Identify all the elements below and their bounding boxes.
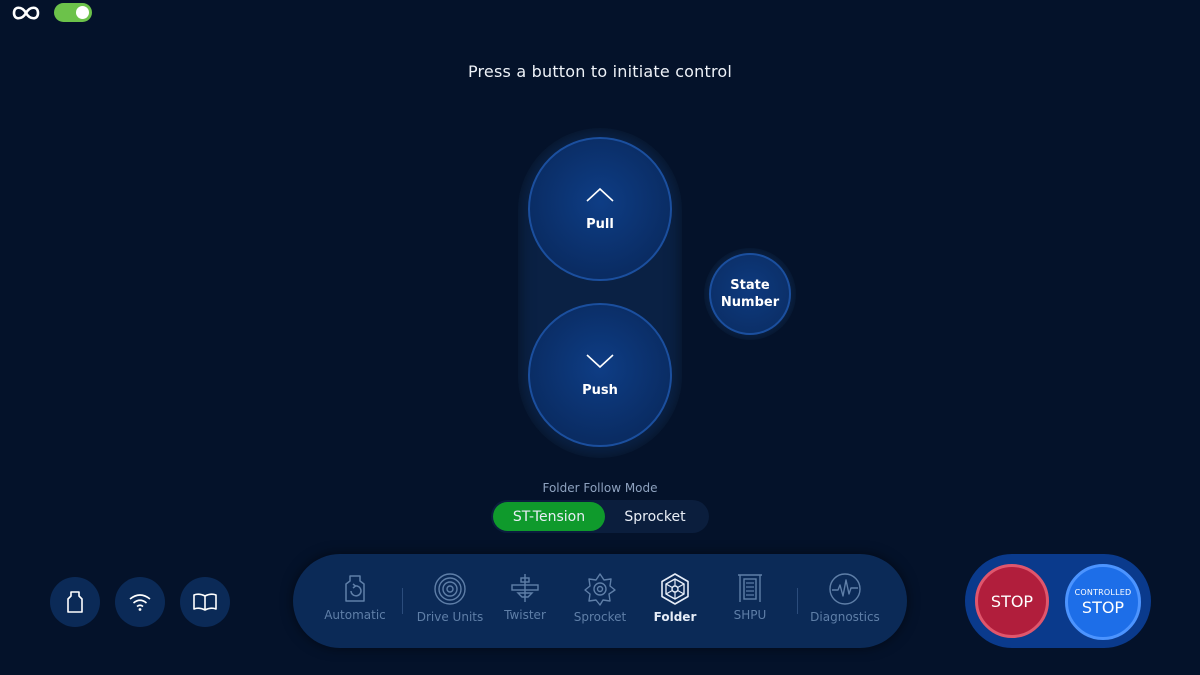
follow-mode-label: Folder Follow Mode	[542, 481, 658, 495]
wifi-icon	[129, 594, 151, 611]
nav-label-twister: Twister	[504, 608, 546, 622]
mode-option-sprocket[interactable]: Sprocket	[605, 502, 705, 531]
chevron-down-icon	[586, 353, 614, 368]
nav-label-shpu: SHPU	[733, 608, 767, 622]
diagnostics-icon	[829, 573, 861, 605]
shpu-icon	[738, 574, 762, 602]
follow-mode-selector: ST-Tension Sprocket	[491, 500, 709, 533]
nav-label-folder: Folder	[653, 610, 697, 624]
twister-icon	[511, 574, 539, 602]
navigation-dock: Automatic Drive Units Twister Sprocket F…	[293, 554, 907, 648]
bottle-icon	[67, 591, 83, 613]
nav-label-sprocket: Sprocket	[573, 610, 627, 624]
control-prompt: Press a button to initiate control	[467, 62, 733, 81]
push-button[interactable]: Push	[528, 303, 672, 447]
controlled-stop-caption: CONTROLLED	[1074, 587, 1132, 597]
automatic-icon	[345, 575, 365, 602]
nav-item-drive-units[interactable]: Drive Units	[410, 572, 490, 624]
nav-separator	[402, 588, 403, 614]
toggle-knob	[76, 6, 89, 19]
chevron-up-icon	[586, 187, 614, 202]
mode-toggle[interactable]	[54, 3, 92, 22]
infinity-icon	[12, 6, 40, 20]
pull-label: Pull	[586, 216, 614, 232]
nav-item-folder[interactable]: Folder	[635, 572, 715, 624]
sprocket-icon	[584, 573, 616, 606]
nav-item-diagnostics[interactable]: Diagnostics	[805, 572, 885, 624]
wifi-button[interactable]	[115, 577, 165, 627]
nav-item-shpu[interactable]: SHPU	[710, 572, 790, 622]
nav-label-drive-units: Drive Units	[416, 610, 484, 624]
push-label: Push	[582, 382, 618, 398]
controlled-stop-label: STOP	[1081, 597, 1125, 617]
nav-item-sprocket[interactable]: Sprocket	[560, 572, 640, 624]
nav-separator	[797, 588, 798, 614]
state-number-button[interactable]: State Number	[709, 253, 791, 335]
state-label-line1: State	[730, 278, 770, 293]
nav-label-automatic: Automatic	[324, 608, 386, 622]
stop-button[interactable]: STOP	[975, 564, 1049, 638]
book-icon	[193, 593, 217, 611]
folder-icon	[661, 573, 689, 605]
nav-item-twister[interactable]: Twister	[485, 572, 565, 622]
nav-item-automatic[interactable]: Automatic	[315, 572, 395, 622]
drive-units-icon	[434, 573, 466, 605]
mode-option-st-tension[interactable]: ST-Tension	[493, 502, 605, 531]
pull-button[interactable]: Pull	[528, 137, 672, 281]
bottle-button[interactable]	[50, 577, 100, 627]
manual-button[interactable]	[180, 577, 230, 627]
nav-label-diagnostics: Diagnostics	[810, 610, 880, 624]
controlled-stop-button[interactable]: CONTROLLED STOP	[1065, 564, 1141, 640]
state-label-line2: Number	[720, 295, 780, 310]
